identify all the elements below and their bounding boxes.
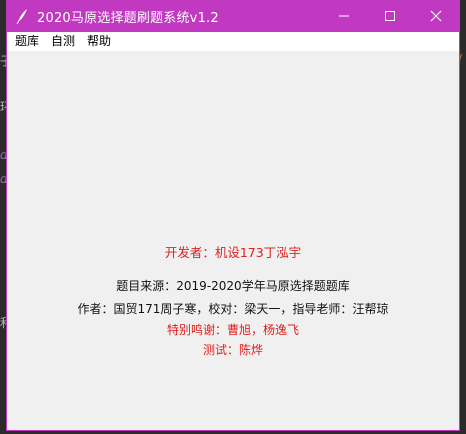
- close-button[interactable]: [413, 0, 459, 32]
- window-controls: [321, 0, 459, 32]
- tester-credit: 测试：陈烨: [202, 343, 263, 357]
- minimize-button[interactable]: [321, 0, 367, 32]
- title-bar[interactable]: 2020马原选择题刷题系统v1.2: [7, 0, 459, 32]
- close-icon: [430, 10, 442, 22]
- maximize-icon: [385, 11, 395, 21]
- feather-icon: [7, 0, 37, 32]
- question-source: 题目来源：2019-2020学年马原选择题题库: [116, 279, 350, 293]
- window-title: 2020马原选择题刷题系统v1.2: [37, 10, 219, 26]
- app-window: 2020马原选择题刷题系统v1.2 题库 自测 帮助 开发者：机设173丁泓宇 …: [7, 0, 459, 430]
- menu-question-bank[interactable]: 题库: [9, 32, 45, 51]
- main-content: 开发者：机设173丁泓宇 题目来源：2019-2020学年马原选择题题库 作者：…: [7, 51, 459, 430]
- developer-credit: 开发者：机设173丁泓宇: [164, 245, 302, 260]
- author-credit: 作者：国贸171周子寒，校对：梁天一，指导老师：汪帮琼: [77, 302, 389, 316]
- maximize-button[interactable]: [367, 0, 413, 32]
- menu-self-test[interactable]: 自测: [45, 32, 81, 51]
- menu-bar: 题库 自测 帮助: [7, 32, 459, 51]
- special-thanks: 特别鸣谢：曹旭，杨逸飞: [166, 323, 299, 337]
- menu-help[interactable]: 帮助: [81, 32, 117, 51]
- minimize-icon: [339, 15, 349, 17]
